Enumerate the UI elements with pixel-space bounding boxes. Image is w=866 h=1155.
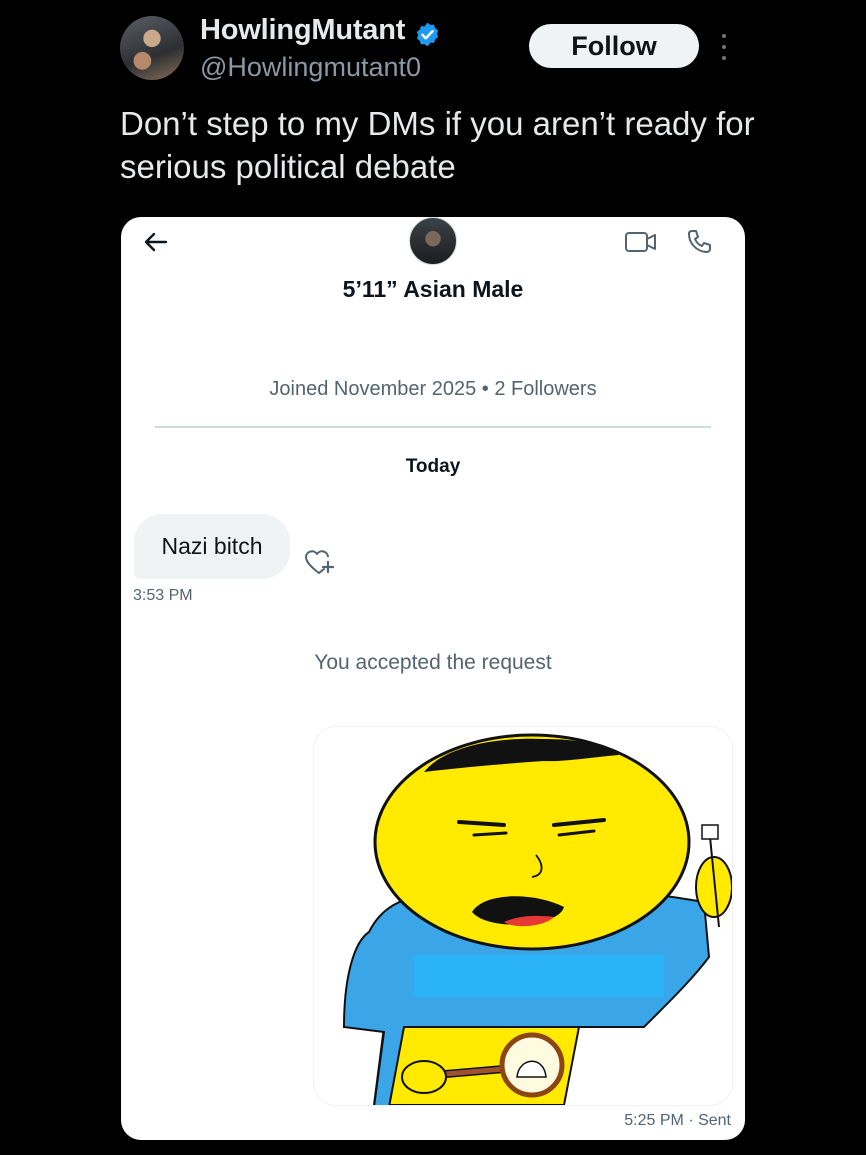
dm-contact-info: Joined November 2025 • 2 Followers xyxy=(269,378,597,400)
phone-call-icon[interactable] xyxy=(684,227,714,257)
dm-contact-avatar[interactable] xyxy=(409,217,457,265)
request-accepted-note: You accepted the request xyxy=(314,651,552,674)
received-message-bubble[interactable]: Nazi bitch xyxy=(134,514,290,579)
cartoon-illustration xyxy=(342,733,732,1105)
dm-screenshot-card[interactable]: 5’11” Asian Male Joined November 2025 • … xyxy=(121,217,745,1140)
divider xyxy=(155,426,711,428)
dm-contact-name: 5’11” Asian Male xyxy=(342,276,524,302)
date-divider-label: Today xyxy=(405,456,461,477)
author-display-name[interactable]: HowlingMutant xyxy=(200,14,405,47)
sent-message-timestamp: 5:25 PM · Sent xyxy=(624,1112,731,1129)
add-reaction-icon[interactable] xyxy=(303,547,337,577)
back-arrow-icon[interactable] xyxy=(141,227,171,257)
verified-badge-icon xyxy=(416,22,439,47)
sent-image-message[interactable] xyxy=(314,727,732,1105)
message-timestamp: 3:53 PM xyxy=(133,587,193,604)
author-avatar[interactable] xyxy=(120,16,184,80)
video-call-icon[interactable] xyxy=(624,229,658,255)
more-options-icon[interactable] xyxy=(716,34,732,60)
author-handle[interactable]: @Howlingmutant0 xyxy=(200,52,421,83)
tweet-text: Don’t step to my DMs if you aren’t ready… xyxy=(120,105,755,185)
follow-button[interactable]: Follow xyxy=(529,24,699,68)
